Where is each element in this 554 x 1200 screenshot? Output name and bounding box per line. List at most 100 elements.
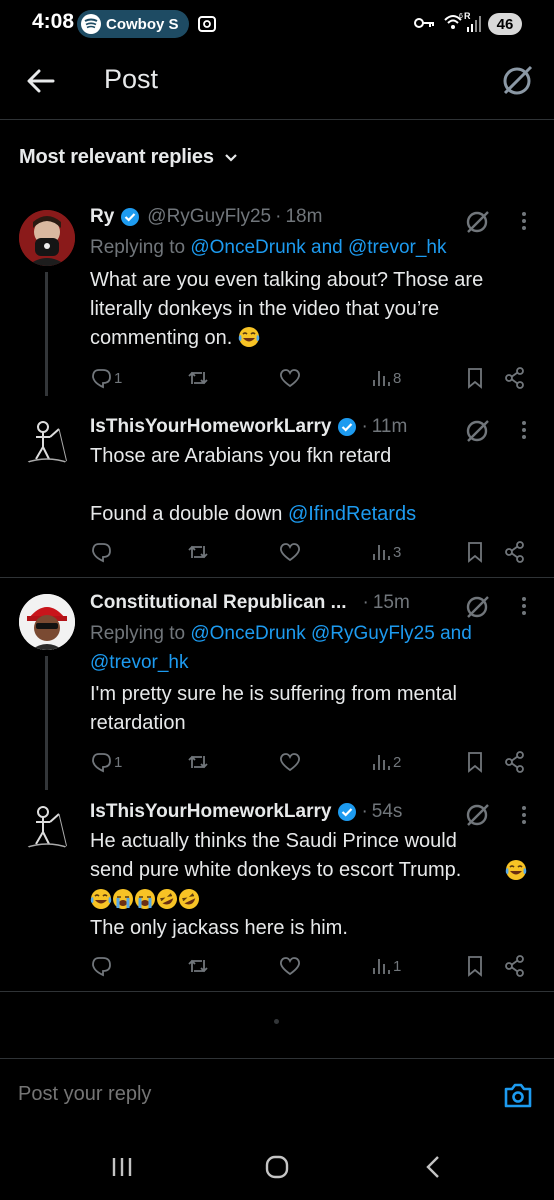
share-button[interactable]	[505, 362, 525, 394]
system-back-button[interactable]	[424, 1155, 442, 1184]
camera-icon	[504, 1083, 532, 1108]
post-text-line: Found a double down @IfindRetards	[90, 500, 540, 529]
post-actions: 1 2	[0, 746, 554, 778]
reply-icon	[92, 369, 111, 389]
views-icon	[373, 545, 390, 560]
share-button[interactable]	[505, 536, 525, 568]
views-icon	[373, 371, 390, 386]
sort-replies-dropdown[interactable]: Most relevant replies	[19, 146, 238, 169]
post-header: Ry @RyGuyFly25 · 18m	[90, 206, 322, 228]
avatar[interactable]	[19, 413, 75, 469]
bookmark-button[interactable]	[465, 950, 485, 982]
repost-icon	[188, 959, 208, 973]
emoji-row	[90, 888, 200, 910]
replying-mentions[interactable]: @OnceDrunk @RyGuyFly25 and	[190, 623, 471, 644]
home-button[interactable]	[264, 1154, 290, 1185]
bookmark-button[interactable]	[465, 536, 485, 568]
separator: ·	[361, 801, 368, 822]
more-options-icon[interactable]	[514, 593, 534, 619]
reply-button[interactable]	[90, 950, 114, 982]
signal-icon: R	[464, 11, 484, 40]
display-name[interactable]: IsThisYourHomeworkLarry	[90, 801, 331, 823]
handle[interactable]: @RyGuyFly25	[147, 206, 271, 228]
timestamp[interactable]: 15m	[373, 592, 410, 614]
rolling-on-floor-laughing-emoji-icon	[157, 889, 177, 909]
views-icon	[373, 959, 390, 974]
reply-post[interactable]: Ry @RyGuyFly25 · 18m Replying to @OnceDr…	[0, 200, 554, 396]
replying-mentions[interactable]: @OnceDrunk and @trevor_hk	[190, 237, 446, 258]
more-options-icon[interactable]	[514, 802, 534, 828]
views-button[interactable]: 2	[371, 746, 401, 778]
bookmark-icon	[468, 542, 482, 563]
grok-icon[interactable]	[464, 416, 492, 444]
post-header: IsThisYourHomeworkLarry · 11m	[90, 416, 407, 438]
reply-button[interactable]	[90, 536, 114, 568]
camera-button[interactable]	[503, 1081, 533, 1114]
post-body: What are you even talking about? Those a…	[90, 269, 484, 349]
views-icon	[373, 755, 390, 770]
repost-button[interactable]	[187, 536, 209, 568]
reply-icon	[92, 957, 111, 977]
repost-button[interactable]	[187, 746, 209, 778]
views-button[interactable]: 1	[371, 950, 401, 982]
grok-icon	[503, 65, 533, 95]
views-button[interactable]: 3	[371, 536, 401, 568]
share-button[interactable]	[505, 950, 525, 982]
recents-icon	[112, 1158, 132, 1176]
reply-input[interactable]	[18, 1083, 438, 1106]
key-icon	[414, 16, 436, 35]
verified-badge-icon	[338, 803, 357, 821]
back-button[interactable]	[22, 64, 60, 98]
display-name[interactable]: Ry	[90, 206, 114, 228]
reply-post[interactable]: Constitutional Republican ... · 15m Repl…	[0, 578, 554, 790]
grok-icon[interactable]	[464, 207, 492, 235]
reply-button[interactable]: 1	[90, 362, 122, 394]
like-button[interactable]	[279, 536, 301, 568]
like-button[interactable]	[279, 746, 301, 778]
page-title: Post	[104, 64, 159, 94]
post-actions: 3	[0, 536, 554, 568]
wifi-icon: 6	[444, 12, 464, 37]
timestamp[interactable]: 18m	[285, 206, 322, 228]
post-header: IsThisYourHomeworkLarry · 54s	[90, 801, 402, 823]
top-app-bar: Post	[0, 50, 554, 120]
replying-to: Replying to @OnceDrunk @RyGuyFly25 and @…	[90, 619, 530, 677]
display-name[interactable]: Constitutional Republican ...	[90, 592, 347, 614]
reply-icon	[92, 753, 111, 773]
share-button[interactable]	[505, 746, 525, 778]
repost-icon	[188, 545, 208, 559]
more-options-icon[interactable]	[514, 208, 534, 234]
repost-button[interactable]	[187, 950, 209, 982]
avatar[interactable]	[19, 594, 75, 650]
display-name[interactable]: IsThisYourHomeworkLarry	[90, 416, 331, 438]
loudly-crying-emoji-icon	[135, 889, 155, 909]
heart-icon	[280, 753, 300, 772]
grok-icon[interactable]	[464, 592, 492, 620]
bookmark-button[interactable]	[465, 746, 485, 778]
more-options-icon[interactable]	[514, 417, 534, 443]
replying-mentions-cont[interactable]: @trevor_hk	[90, 652, 189, 673]
reply-post[interactable]: IsThisYourHomeworkLarry · 11m Those are …	[0, 400, 554, 578]
timestamp[interactable]: 11m	[372, 416, 408, 438]
like-button[interactable]	[279, 950, 301, 982]
avatar[interactable]	[19, 210, 75, 266]
like-button[interactable]	[279, 362, 301, 394]
timestamp[interactable]: 54s	[372, 801, 403, 823]
media-chip[interactable]: Cowboy S	[77, 10, 189, 38]
repost-button[interactable]	[187, 362, 209, 394]
grok-icon[interactable]	[464, 800, 492, 828]
heart-icon	[280, 543, 300, 562]
view-count: 3	[393, 543, 402, 561]
view-count: 1	[393, 957, 402, 975]
avatar[interactable]	[19, 798, 75, 854]
bookmark-button[interactable]	[465, 362, 485, 394]
recents-button[interactable]	[110, 1156, 134, 1183]
tears-of-joy-emoji-icon	[505, 860, 527, 880]
grok-button[interactable]	[500, 62, 536, 98]
reply-post[interactable]: IsThisYourHomeworkLarry · 54s He actuall…	[0, 790, 554, 990]
mention-link[interactable]: @IfindRetards	[288, 503, 416, 525]
replying-prefix: Replying to	[90, 623, 186, 644]
reply-button[interactable]: 1	[90, 746, 122, 778]
post-body-line2: The only jackass here is him.	[90, 917, 348, 939]
views-button[interactable]: 8	[371, 362, 401, 394]
